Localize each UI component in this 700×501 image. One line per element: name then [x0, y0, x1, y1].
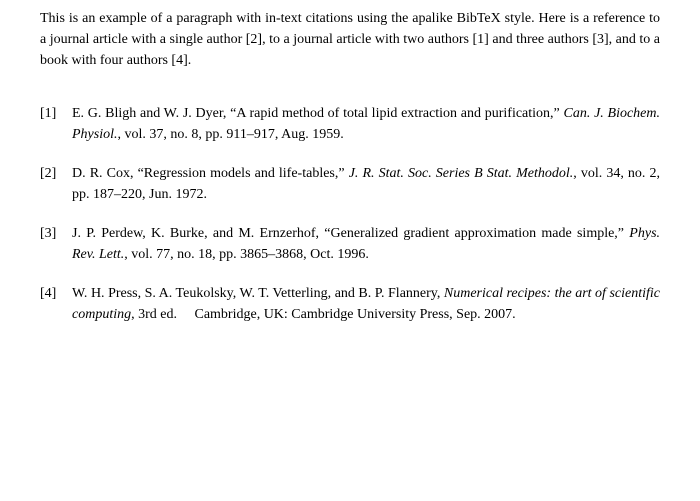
- ref-title-1: “A rapid method of total lipid extractio…: [230, 106, 560, 121]
- ref-content-4: W. H. Press, S. A. Teukolsky, W. T. Vett…: [72, 283, 660, 325]
- table-row: [2] D. R. Cox, “Regression models and li…: [40, 163, 660, 205]
- ref-content-1: E. G. Bligh and W. J. Dyer, “A rapid met…: [72, 103, 660, 145]
- intro-paragraph: This is an example of a paragraph with i…: [40, 8, 660, 71]
- ref-content-2: D. R. Cox, “Regression models and life-t…: [72, 163, 660, 205]
- ref-details-3: , vol. 77, no. 18, pp. 3865–3868, Oct. 1…: [124, 247, 369, 262]
- ref-title-2: “Regression models and life-tables,”: [138, 166, 345, 181]
- ref-number-1: [1]: [40, 103, 72, 124]
- ref-details-after-4: , 3rd ed. Cambridge, UK: Cambridge Unive…: [131, 307, 516, 322]
- ref-details-1: , vol. 37, no. 8, pp. 911–917, Aug. 1959…: [118, 127, 344, 142]
- ref-content-3: J. P. Perdew, K. Burke, and M. Ernzerhof…: [72, 223, 660, 265]
- table-row: [4] W. H. Press, S. A. Teukolsky, W. T. …: [40, 283, 660, 325]
- ref-authors-2: D. R. Cox,: [72, 166, 133, 181]
- references-list: [1] E. G. Bligh and W. J. Dyer, “A rapid…: [40, 103, 660, 325]
- table-row: [3] J. P. Perdew, K. Burke, and M. Ernze…: [40, 223, 660, 265]
- ref-number-3: [3]: [40, 223, 72, 244]
- ref-number-2: [2]: [40, 163, 72, 184]
- ref-number-4: [4]: [40, 283, 72, 304]
- ref-title-3: “Generalized gradient approximation made…: [324, 226, 624, 241]
- ref-authors-1: E. G. Bligh and W. J. Dyer,: [72, 106, 226, 121]
- ref-authors-3: J. P. Perdew, K. Burke, and M. Ernzerhof…: [72, 226, 319, 241]
- ref-journal-2: J. R. Stat. Soc. Series B Stat. Methodol…: [349, 166, 574, 181]
- ref-authors-4: W. H. Press, S. A. Teukolsky, W. T. Vett…: [72, 286, 440, 301]
- table-row: [1] E. G. Bligh and W. J. Dyer, “A rapid…: [40, 103, 660, 145]
